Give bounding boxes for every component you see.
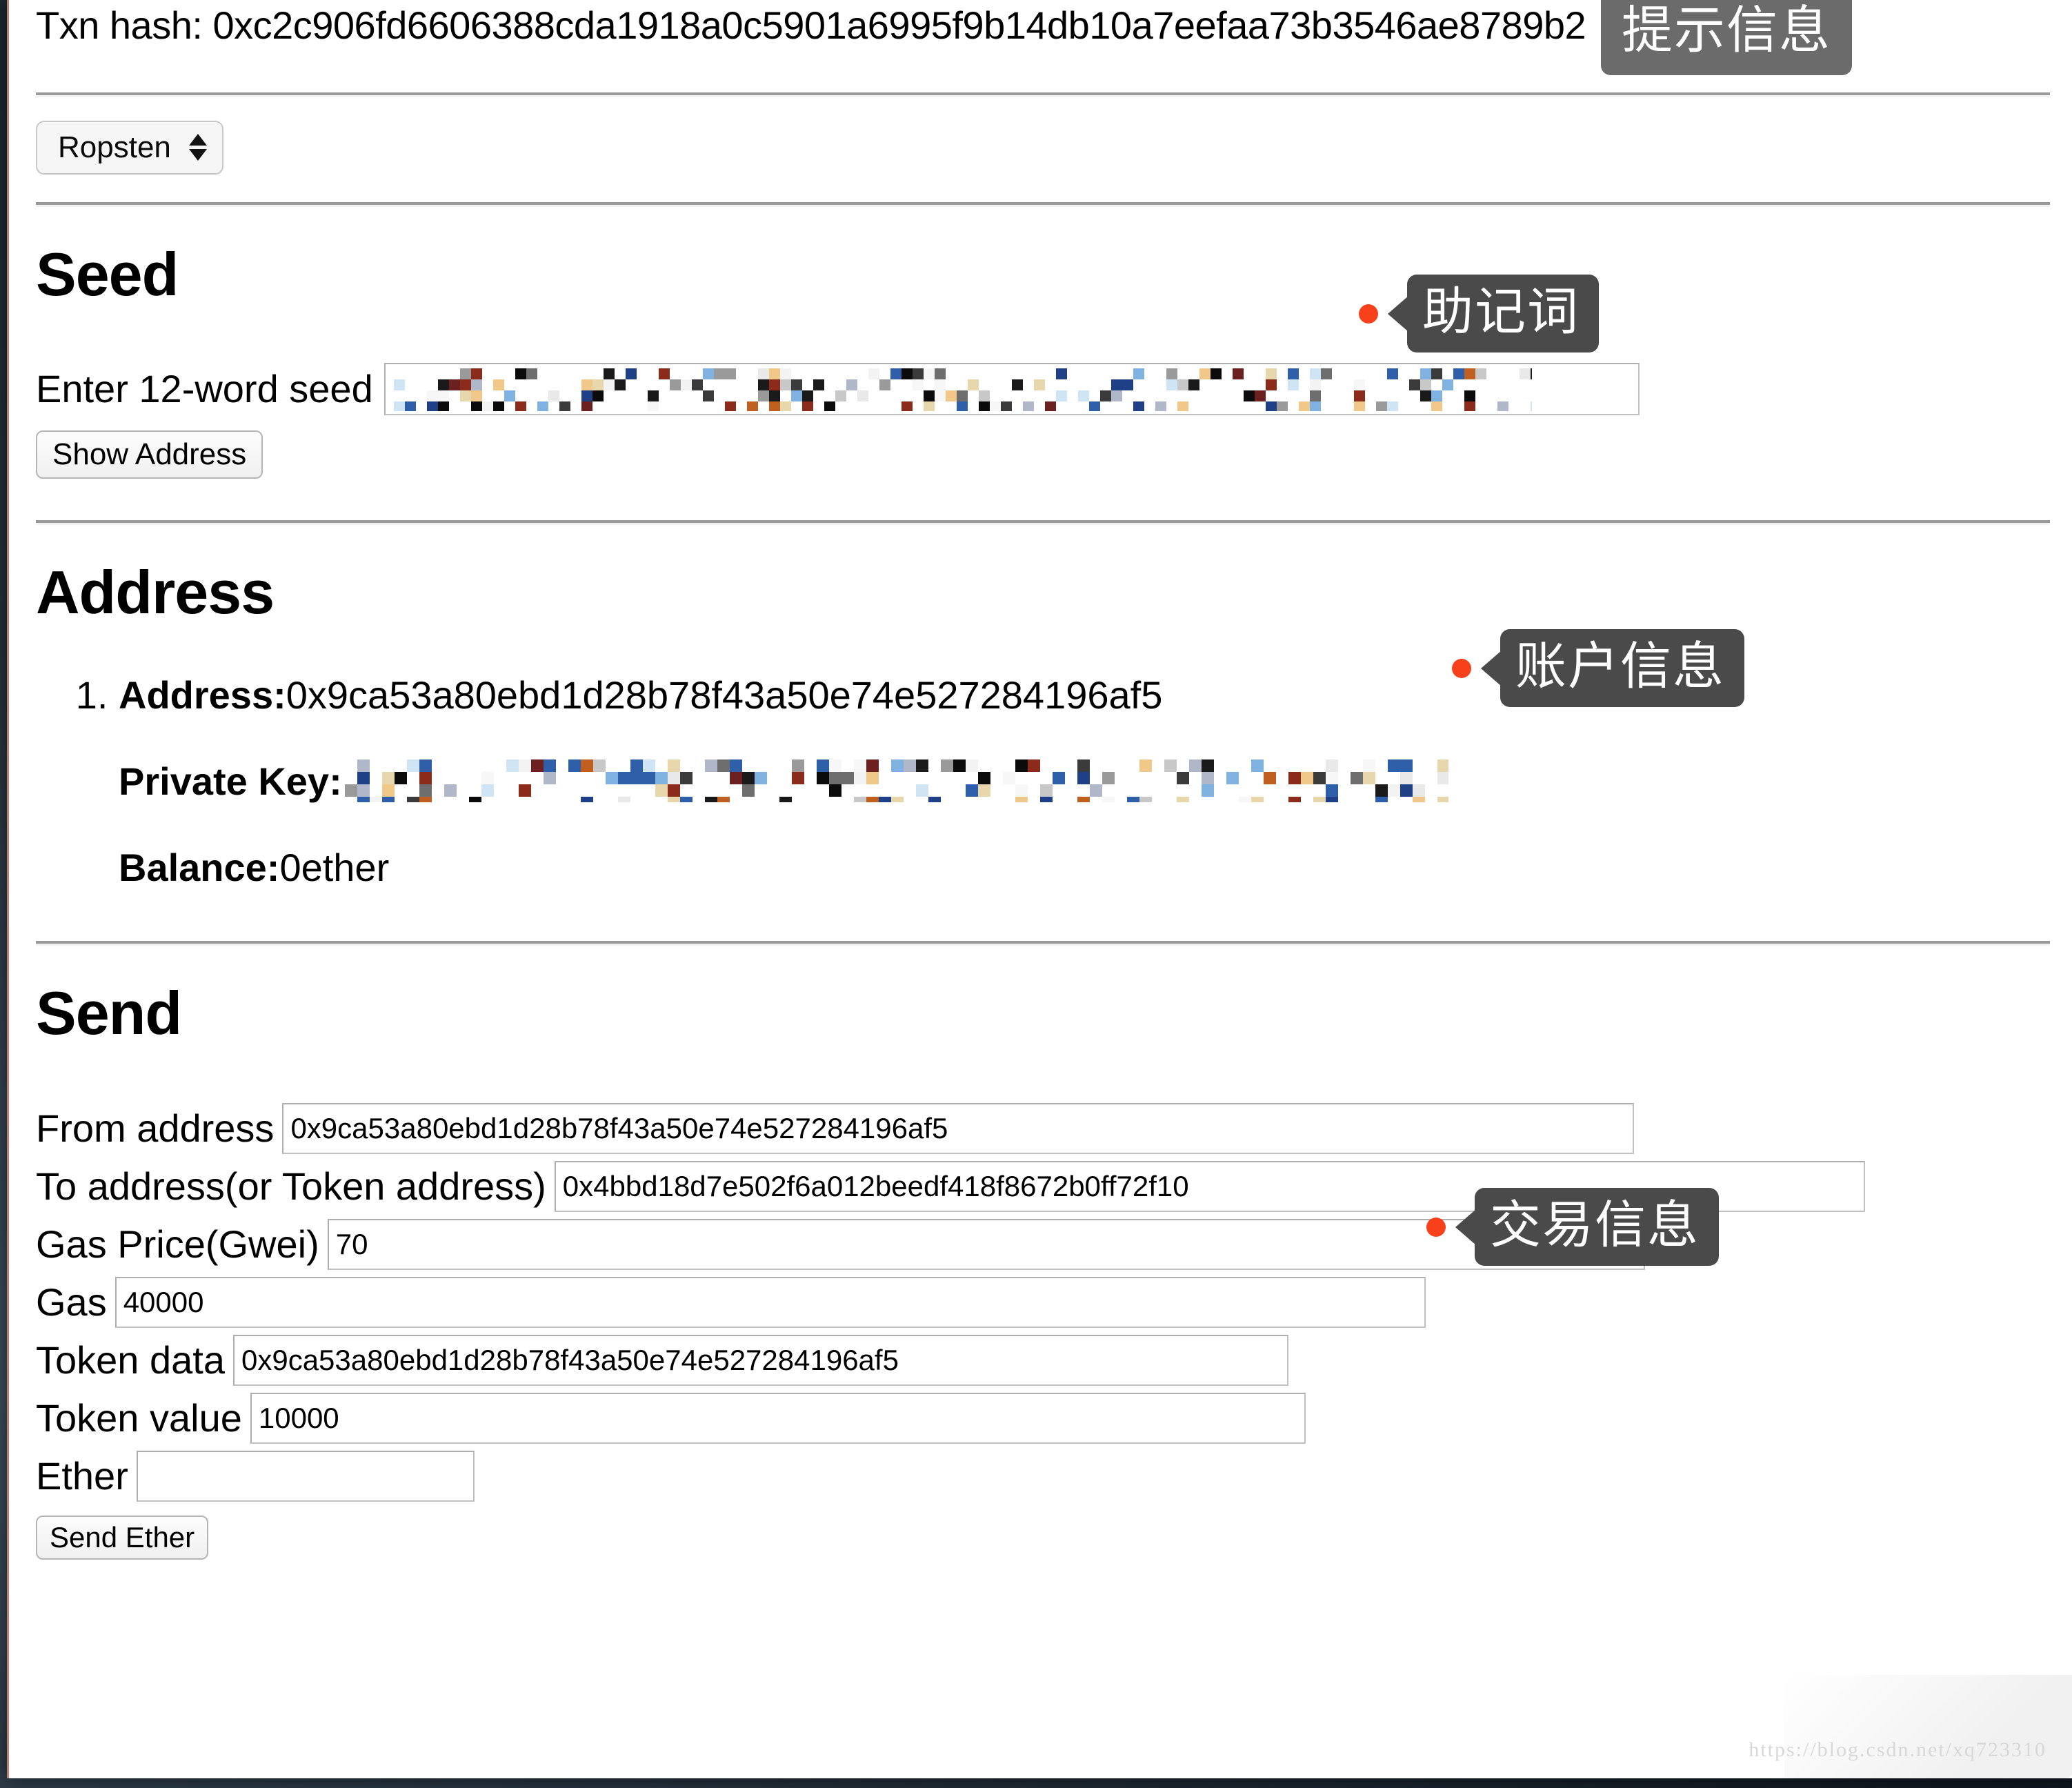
gas-input[interactable] [114,1276,1426,1328]
divider-send [36,940,2050,946]
form-row-ether: Ether [36,1450,2050,1502]
form-row-from-address: From address [36,1102,2050,1154]
txn-hash-line: Txn hash: 0xc2c906fd6606388cda1918a0c590… [36,0,2050,47]
token-value-input[interactable] [250,1392,1306,1444]
divider-top [36,92,2050,97]
send-heading: Send [36,978,182,1047]
send-ether-wrap: Send Ether [36,1509,2050,1560]
window-corner-shade [1784,1675,2072,1778]
seed-input-label: Enter 12-word seed [36,367,373,411]
chevron-down-icon [188,149,207,161]
send-form: From address To address(or Token address… [36,1044,2050,1560]
seed-heading: Seed [36,239,179,308]
private-key-line: Private Key: [119,722,2050,804]
private-key-redaction-overlay [344,759,1448,803]
seed-redaction-overlay [393,368,1532,411]
network-select[interactable]: Ropsten [36,120,223,175]
balance-line: Balance:0ether [119,804,2050,941]
address-value: 0x9ca53a80ebd1d28b78f43a50e74e527284196a… [286,673,1163,717]
gas-price-input[interactable] [327,1218,1645,1270]
address-label: Address: [119,673,286,717]
network-select-wrap: Ropsten [36,97,2050,202]
send-ether-button[interactable]: Send Ether [36,1515,209,1560]
to-address-input[interactable] [554,1160,1865,1212]
form-row-gas-price: Gas Price(Gwei) [36,1218,2050,1270]
page-content: Txn hash: 0xc2c906fd6606388cda1918a0c590… [36,0,2050,1560]
show-address-wrap: Show Address [36,415,2050,520]
address-list: Address:0x9ca53a80ebd1d28b78f43a50e74e52… [119,623,2050,941]
form-row-gas: Gas [36,1276,2050,1328]
txn-hash-value: 0xc2c906fd6606388cda1918a0c5901a6995f9b1… [212,3,1586,47]
to-address-label: To address(or Token address) [36,1164,546,1209]
from-address-input[interactable] [282,1102,1635,1154]
address-heading: Address [36,557,275,626]
gas-label: Gas [36,1280,107,1324]
show-address-button[interactable]: Show Address [36,430,263,479]
web-page: Txn hash: 0xc2c906fd6606388cda1918a0c590… [9,0,2072,1778]
form-row-token-value: Token value [36,1392,2050,1444]
from-address-label: From address [36,1106,275,1151]
form-row-token-data: Token data [36,1334,2050,1386]
chevron-up-icon [188,134,207,146]
token-data-input[interactable] [232,1334,1288,1386]
stepper-icon [188,134,207,161]
network-select-value: Ropsten [58,130,171,164]
private-key-label: Private Key: [119,759,342,803]
divider-address [36,519,2050,525]
token-value-label: Token value [36,1396,242,1440]
watermark: https://blog.csdn.net/xq723310 [1749,1738,2046,1761]
ether-input[interactable] [136,1450,475,1502]
balance-value: 0ether [279,845,390,889]
browser-window: Txn hash: 0xc2c906fd6606388cda1918a0c590… [7,0,2072,1778]
seed-row: Enter 12-word seed [36,305,2050,415]
form-row-to-address: To address(or Token address) [36,1160,2050,1212]
balance-label: Balance: [119,845,280,889]
ether-label: Ether [36,1454,128,1498]
address-line: Address:0x9ca53a80ebd1d28b78f43a50e74e52… [119,673,2050,722]
divider-seed [36,201,2050,207]
token-data-label: Token data [36,1338,225,1382]
gas-price-label: Gas Price(Gwei) [36,1222,319,1266]
address-list-item: Address:0x9ca53a80ebd1d28b78f43a50e74e52… [119,673,2050,941]
txn-hash-prefix: Txn hash: [36,3,213,47]
